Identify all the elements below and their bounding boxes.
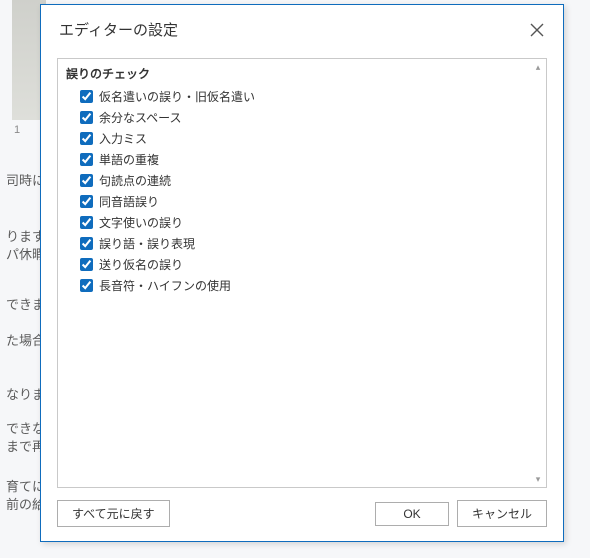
check-option-row[interactable]: 単語の重複	[66, 149, 536, 170]
check-option-row[interactable]: 入力ミス	[66, 128, 536, 149]
check-option-label: 同音語誤り	[99, 193, 159, 210]
check-option-row[interactable]: 余分なスペース	[66, 107, 536, 128]
check-option-checkbox[interactable]	[80, 153, 93, 166]
settings-list: 誤りのチェック 仮名遣いの誤り・旧仮名遣い余分なスペース入力ミス単語の重複句読点…	[58, 59, 546, 487]
dialog-button-bar: すべて元に戻す OK キャンセル	[41, 490, 563, 541]
check-option-label: 余分なスペース	[99, 109, 182, 126]
dialog-title: エディターの設定	[59, 19, 178, 40]
check-option-checkbox[interactable]	[80, 90, 93, 103]
check-option-row[interactable]: 長音符・ハイフンの使用	[66, 275, 536, 296]
check-option-checkbox[interactable]	[80, 216, 93, 229]
check-option-checkbox[interactable]	[80, 258, 93, 271]
check-option-label: 文字使いの誤り	[99, 214, 183, 231]
check-option-row[interactable]: 仮名遣いの誤り・旧仮名遣い	[66, 86, 536, 107]
section-header-error-check: 誤りのチェック	[66, 65, 536, 82]
check-option-label: 句読点の連続	[99, 172, 171, 189]
check-option-label: 長音符・ハイフンの使用	[99, 277, 231, 294]
check-option-checkbox[interactable]	[80, 132, 93, 145]
check-option-checkbox[interactable]	[80, 195, 93, 208]
check-option-row[interactable]: 文字使いの誤り	[66, 212, 536, 233]
check-option-row[interactable]: 誤り語・誤り表現	[66, 233, 536, 254]
ok-button[interactable]: OK	[375, 502, 449, 526]
editor-settings-dialog: エディターの設定 ▴ ▾ 誤りのチェック 仮名遣いの誤り・旧仮名遣い余分なスペー…	[40, 4, 564, 542]
check-option-label: 単語の重複	[99, 151, 159, 168]
check-option-label: 送り仮名の誤り	[99, 256, 183, 273]
check-option-label: 仮名遣いの誤り・旧仮名遣い	[99, 88, 255, 105]
check-option-label: 誤り語・誤り表現	[99, 235, 195, 252]
check-option-row[interactable]: 同音語誤り	[66, 191, 536, 212]
reset-all-button[interactable]: すべて元に戻す	[57, 500, 170, 527]
cancel-button[interactable]: キャンセル	[457, 500, 547, 527]
check-option-row[interactable]: 送り仮名の誤り	[66, 254, 536, 275]
settings-list-frame: ▴ ▾ 誤りのチェック 仮名遣いの誤り・旧仮名遣い余分なスペース入力ミス単語の重…	[57, 58, 547, 488]
check-option-label: 入力ミス	[99, 130, 147, 147]
check-option-checkbox[interactable]	[80, 174, 93, 187]
check-option-checkbox[interactable]	[80, 279, 93, 292]
check-option-checkbox[interactable]	[80, 111, 93, 124]
close-icon[interactable]	[527, 20, 547, 40]
dialog-titlebar: エディターの設定	[41, 5, 563, 50]
check-option-checkbox[interactable]	[80, 237, 93, 250]
check-option-row[interactable]: 句読点の連続	[66, 170, 536, 191]
